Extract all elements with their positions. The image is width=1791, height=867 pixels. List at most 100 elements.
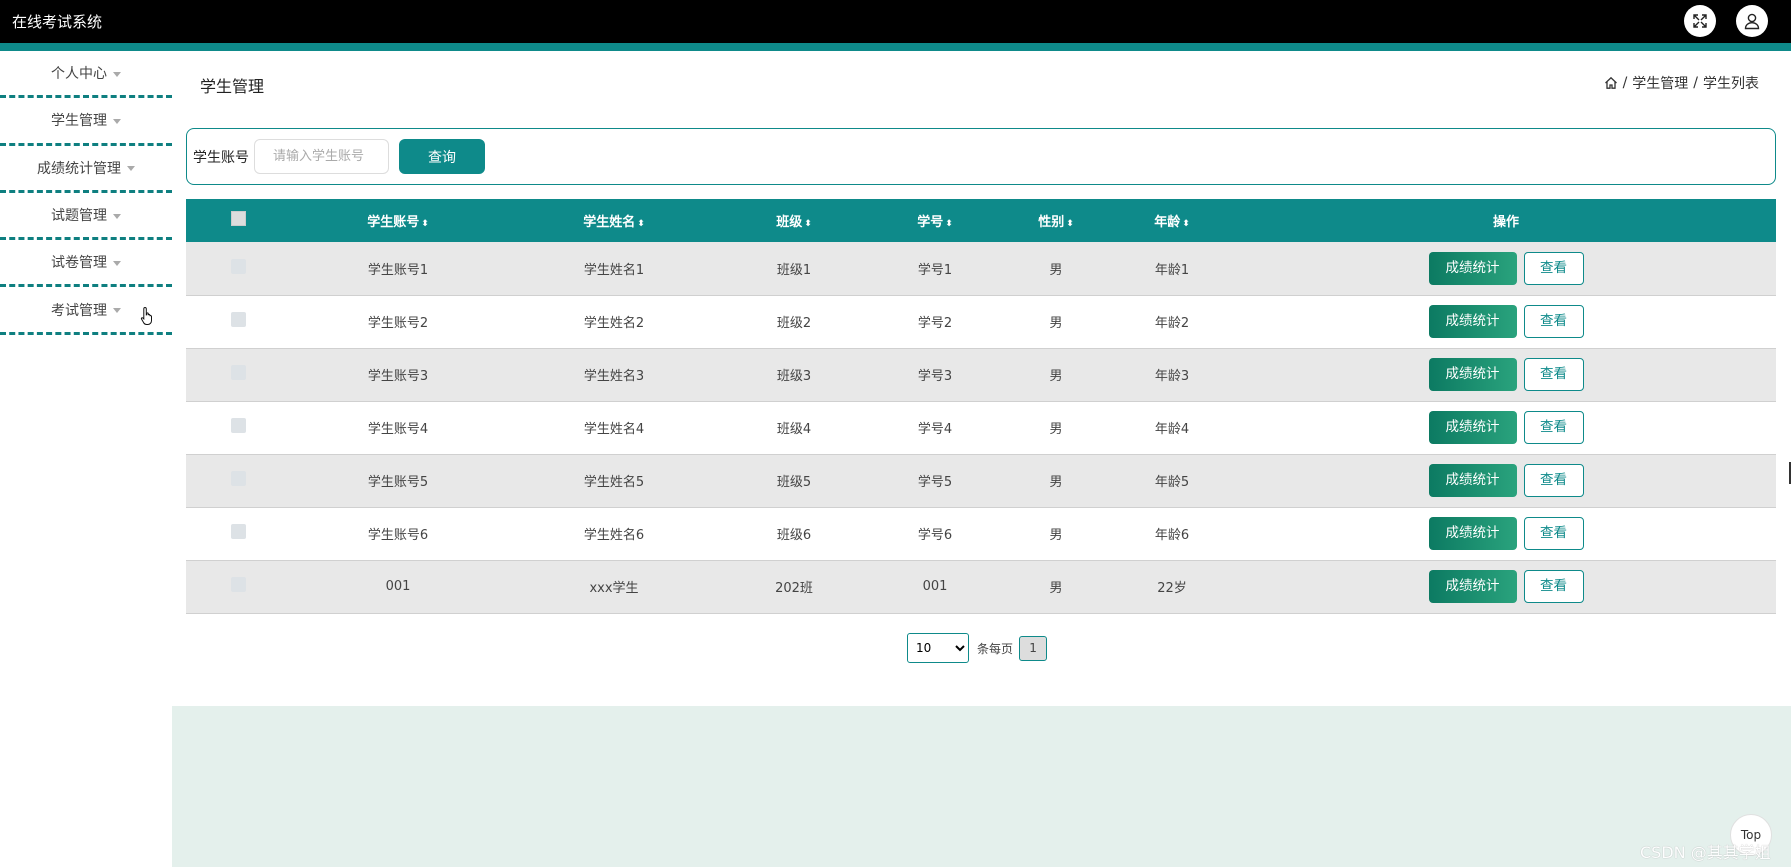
- cell-name: 学生姓名4: [506, 401, 722, 455]
- view-button[interactable]: 查看: [1523, 358, 1584, 391]
- app-title: 在线考试系统: [12, 13, 103, 31]
- query-button[interactable]: 查询: [399, 139, 485, 174]
- page-number-button[interactable]: 1: [1019, 635, 1048, 661]
- cell-gender: 男: [1004, 348, 1108, 402]
- table-row: 001 xxx学生 202班 001 男 22岁 成绩统计 查看: [186, 560, 1776, 614]
- cell-number: 001: [866, 560, 1004, 614]
- per-page-label: 条每页: [977, 641, 1014, 656]
- user-button[interactable]: [1736, 5, 1768, 37]
- column-header-age[interactable]: 年龄 ⬍: [1108, 199, 1236, 242]
- breadcrumb-separator: /: [1622, 75, 1628, 91]
- caret-down-icon: [127, 166, 135, 172]
- breadcrumb-separator: /: [1693, 75, 1698, 91]
- sidebar-item-label: 试卷管理: [51, 255, 107, 272]
- table-header-row: 学生账号 ⬍ 学生姓名 ⬍ 班级 ⬍ 学号 ⬍ 性别 ⬍ 年龄 ⬍ 操作: [186, 199, 1776, 242]
- hand-cursor-icon: [140, 306, 152, 325]
- row-checkbox[interactable]: [230, 258, 246, 274]
- cell-class: 班级4: [722, 401, 866, 455]
- table-row: 学生账号3 学生姓名3 班级3 学号3 男 年龄3 成绩统计 查看: [186, 348, 1776, 402]
- cell-account: 学生账号6: [290, 507, 506, 561]
- caret-down-icon: [113, 118, 121, 124]
- cell-age: 年龄1: [1108, 242, 1236, 296]
- sidebar-item-label: 学生管理: [51, 113, 107, 130]
- caret-down-icon: [113, 260, 121, 266]
- table-row: 学生账号2 学生姓名2 班级2 学号2 男 年龄2 成绩统计 查看: [186, 295, 1776, 349]
- cell-account: 001: [290, 560, 506, 614]
- row-checkbox[interactable]: [230, 524, 246, 539]
- view-button[interactable]: 查看: [1523, 570, 1584, 603]
- score-stats-button[interactable]: 成绩统计: [1428, 305, 1517, 338]
- cell-gender: 男: [1004, 454, 1108, 508]
- score-stats-button[interactable]: 成绩统计: [1428, 411, 1517, 444]
- user-icon: [1744, 13, 1760, 30]
- view-button[interactable]: 查看: [1523, 464, 1584, 497]
- view-button[interactable]: 查看: [1523, 251, 1584, 285]
- caret-down-icon: [113, 71, 121, 77]
- cell-account: 学生账号5: [290, 454, 506, 508]
- cell-number: 学号2: [866, 295, 1004, 349]
- row-checkbox[interactable]: [230, 471, 246, 486]
- cell-account: 学生账号3: [290, 348, 506, 402]
- cell-gender: 男: [1004, 242, 1108, 296]
- student-account-input[interactable]: [254, 139, 389, 174]
- table-row: 学生账号5 学生姓名5 班级5 学号5 男 年龄5 成绩统计 查看: [186, 454, 1776, 508]
- select-all-checkbox[interactable]: [230, 211, 246, 226]
- cell-class: 班级2: [722, 295, 866, 349]
- cell-account: 学生账号4: [290, 401, 506, 455]
- breadcrumb-item-student-management[interactable]: 学生管理: [1632, 73, 1688, 93]
- sidebar-item-personal-center[interactable]: 个人中心: [0, 51, 172, 99]
- header-strip: [0, 43, 1791, 51]
- caret-down-icon: [113, 308, 121, 314]
- cell-age: 年龄6: [1108, 507, 1236, 561]
- select-all-cell: [186, 199, 290, 242]
- column-header-operations: 操作: [1236, 199, 1776, 242]
- cell-name: xxx学生: [506, 560, 722, 614]
- pagination: 10 条每页 1: [907, 633, 1048, 663]
- sidebar-item-label: 个人中心: [51, 66, 107, 83]
- main-content: 学生管理 / 学生管理 / 学生列表 学生账号 查询 学生账号⬍ 学生姓名⬍ 班…: [172, 51, 1791, 867]
- footer-area: [172, 706, 1791, 867]
- home-icon[interactable]: [1604, 76, 1618, 90]
- score-stats-button[interactable]: 成绩统计: [1428, 517, 1517, 550]
- cell-name: 学生姓名2: [506, 295, 722, 349]
- view-button[interactable]: 查看: [1523, 411, 1584, 444]
- sort-icon: ⬍: [637, 219, 645, 229]
- sidebar-item-question-management[interactable]: 试题管理: [0, 193, 172, 241]
- cell-age: 年龄3: [1108, 348, 1236, 402]
- row-checkbox[interactable]: [230, 365, 246, 380]
- sidebar-item-student-management[interactable]: 学生管理: [0, 98, 172, 146]
- fullscreen-button[interactable]: [1684, 5, 1716, 37]
- score-stats-button[interactable]: 成绩统计: [1428, 464, 1517, 497]
- cell-number: 学号5: [866, 454, 1004, 508]
- column-header-number[interactable]: 学号 ⬍: [866, 199, 1004, 242]
- cell-name: 学生姓名3: [506, 348, 722, 402]
- sidebar-item-paper-management[interactable]: 试卷管理: [0, 240, 172, 288]
- cell-age: 22岁: [1108, 560, 1236, 614]
- sort-icon: ⬍: [945, 219, 953, 229]
- cell-class: 202班: [722, 560, 866, 614]
- column-header-class[interactable]: 班级 ⬍: [722, 199, 866, 242]
- table-row: 学生账号1 学生姓名1 班级1 学号1 男 年龄1 成绩统计 查看: [186, 242, 1776, 296]
- column-header-account[interactable]: 学生账号 ⬍: [290, 199, 506, 242]
- cell-age: 年龄2: [1108, 295, 1236, 349]
- score-stats-button[interactable]: 成绩统计: [1428, 358, 1517, 391]
- column-header-gender[interactable]: 性别 ⬍: [1004, 199, 1108, 242]
- page-size-select[interactable]: 10: [907, 633, 969, 663]
- row-checkbox[interactable]: [230, 312, 246, 327]
- cell-name: 学生姓名1: [506, 242, 722, 296]
- score-stats-button[interactable]: 成绩统计: [1428, 570, 1517, 603]
- score-stats-button[interactable]: 成绩统计: [1428, 251, 1517, 285]
- cell-number: 学号6: [866, 507, 1004, 561]
- row-checkbox[interactable]: [230, 577, 246, 592]
- cell-age: 年龄4: [1108, 401, 1236, 455]
- view-button[interactable]: 查看: [1523, 517, 1584, 550]
- watermark: CSDN @其其学姐: [1640, 843, 1771, 862]
- row-checkbox[interactable]: [230, 418, 246, 433]
- cell-class: 班级5: [722, 454, 866, 508]
- sidebar-item-score-statistics[interactable]: 成绩统计管理: [0, 146, 172, 193]
- cell-name: 学生姓名5: [506, 454, 722, 508]
- column-header-name[interactable]: 学生姓名 ⬍: [506, 199, 722, 242]
- view-button[interactable]: 查看: [1523, 305, 1584, 338]
- cell-gender: 男: [1004, 295, 1108, 349]
- cell-name: 学生姓名6: [506, 507, 722, 561]
